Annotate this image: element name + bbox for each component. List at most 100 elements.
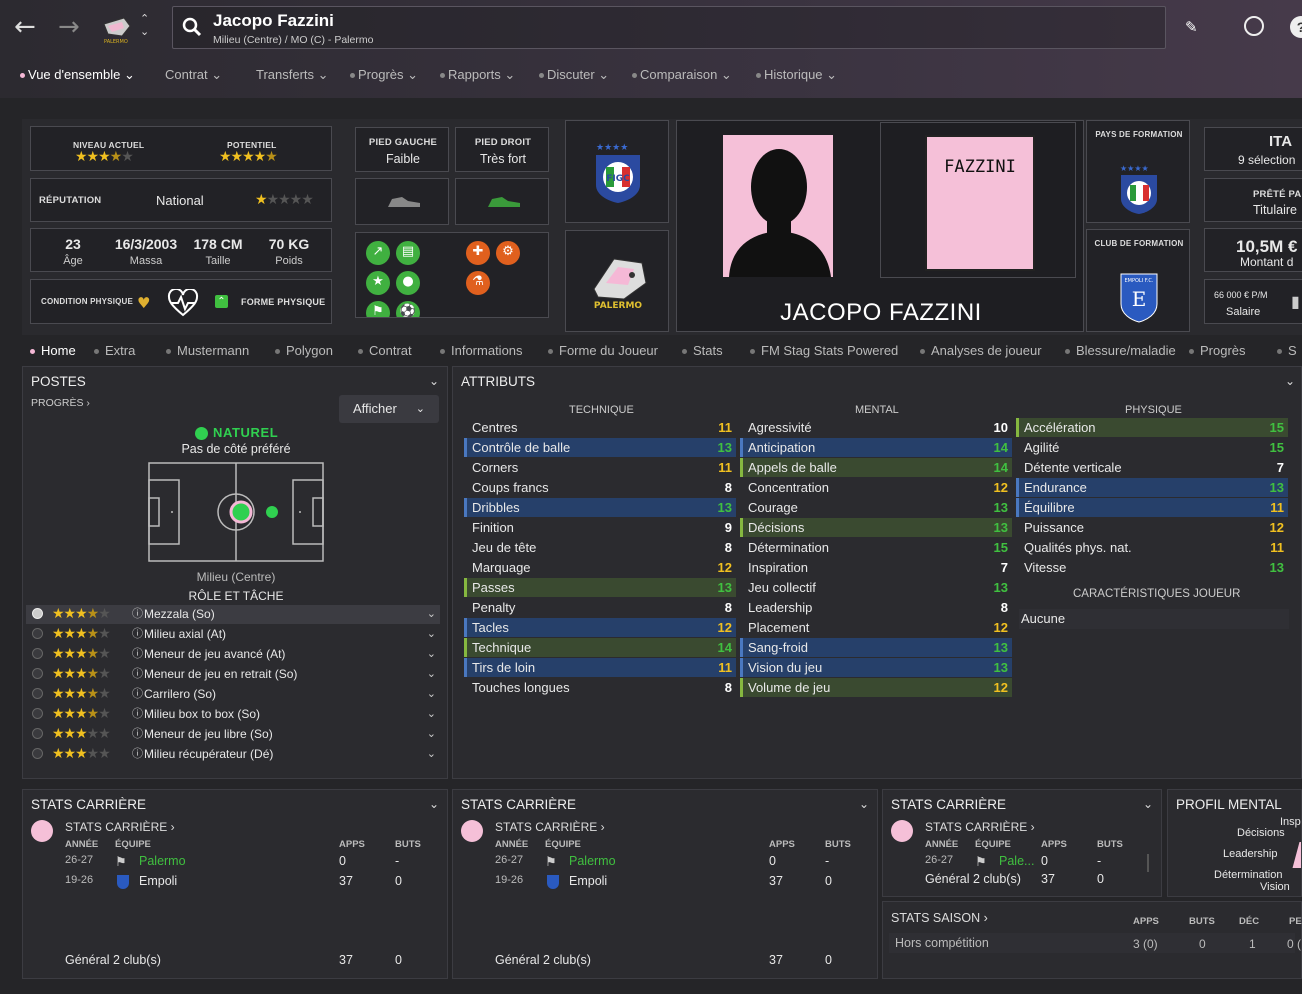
- role-row[interactable]: ★★★★★ ⓘ Milieu récupérateur (Dé) ⌄: [26, 745, 440, 764]
- attribute-row[interactable]: Finition 9: [464, 518, 736, 537]
- info-icon[interactable]: ⓘ: [132, 745, 143, 764]
- career-sub-link-3[interactable]: STATS CARRIÈRE ›: [925, 820, 1035, 834]
- attribute-row[interactable]: Concentration 12: [740, 478, 1012, 497]
- attribute-row[interactable]: Vision du jeu 13: [740, 658, 1012, 677]
- role-chevron-icon[interactable]: ⌄: [427, 705, 436, 724]
- role-row[interactable]: ★★★★★ ⓘ Mezzala (So) ⌄: [26, 605, 440, 624]
- attribute-row[interactable]: Centres 11: [464, 418, 736, 437]
- edit-pencil-icon[interactable]: ✎: [1185, 18, 1198, 36]
- attribute-row[interactable]: Corners 11: [464, 458, 736, 477]
- role-chevron-icon[interactable]: ⌄: [427, 685, 436, 704]
- info-icon[interactable]: ⓘ: [132, 665, 143, 684]
- attribute-row[interactable]: Accélération 15: [1016, 418, 1288, 437]
- info-icon[interactable]: ⓘ: [132, 685, 143, 704]
- career-collapse-chevron-icon-3[interactable]: ⌄: [1143, 797, 1153, 811]
- info-icon[interactable]: ⓘ: [132, 645, 143, 664]
- show-dropdown[interactable]: Afficher ⌄: [339, 395, 439, 423]
- role-radio[interactable]: [32, 668, 43, 679]
- menu-transfers[interactable]: Transferts ⌄: [256, 67, 329, 83]
- tab-mustermann[interactable]: Mustermann: [166, 343, 249, 358]
- role-radio[interactable]: [32, 748, 43, 759]
- role-radio[interactable]: [32, 608, 43, 619]
- attribute-row[interactable]: Vitesse 13: [1016, 558, 1288, 577]
- tab-player-form[interactable]: Forme du Joueur: [548, 343, 658, 358]
- role-radio[interactable]: [32, 648, 43, 659]
- info-icon[interactable]: ⓘ: [132, 705, 143, 724]
- menu-contract[interactable]: Contrat ⌄: [165, 67, 222, 83]
- tab-information[interactable]: Informations: [440, 343, 523, 358]
- role-row[interactable]: ★★★★★ ⓘ Meneur de jeu avancé (At) ⌄: [26, 645, 440, 664]
- attribute-row[interactable]: Endurance 13: [1016, 478, 1288, 497]
- role-chevron-icon[interactable]: ⌄: [427, 625, 436, 644]
- attribute-row[interactable]: Placement 12: [740, 618, 1012, 637]
- tab-more[interactable]: S: [1277, 343, 1297, 358]
- role-row[interactable]: ★★★★★ ⓘ Meneur de jeu en retrait (So) ⌄: [26, 665, 440, 684]
- career-collapse-chevron-icon-1[interactable]: ⌄: [429, 797, 439, 811]
- role-chevron-icon[interactable]: ⌄: [427, 745, 436, 764]
- attribute-row[interactable]: Appels de balle 14: [740, 458, 1012, 477]
- attribute-row[interactable]: Leadership 8: [740, 598, 1012, 617]
- career-sub-link-2[interactable]: STATS CARRIÈRE ›: [495, 820, 605, 834]
- tab-extra[interactable]: Extra: [94, 343, 135, 358]
- attributes-collapse-chevron-icon[interactable]: ⌄: [1285, 374, 1295, 388]
- role-radio[interactable]: [32, 728, 43, 739]
- menu-overview[interactable]: Vue d'ensemble ⌄: [20, 67, 135, 83]
- info-icon[interactable]: ⓘ: [132, 625, 143, 644]
- player-search-box[interactable]: Jacopo Fazzini Milieu (Centre) / MO (C) …: [172, 6, 1166, 49]
- attribute-row[interactable]: Sang-froid 13: [740, 638, 1012, 657]
- attribute-row[interactable]: Tirs de loin 11: [464, 658, 736, 677]
- role-chevron-icon[interactable]: ⌄: [427, 725, 436, 744]
- attribute-row[interactable]: Touches longues 8: [464, 678, 736, 697]
- role-radio[interactable]: [32, 688, 43, 699]
- career-collapse-chevron-icon-2[interactable]: ⌄: [859, 797, 869, 811]
- attribute-row[interactable]: Anticipation 14: [740, 438, 1012, 457]
- attribute-row[interactable]: Passes 13: [464, 578, 736, 597]
- tab-contract[interactable]: Contrat: [358, 343, 412, 358]
- attribute-row[interactable]: Contrôle de balle 13: [464, 438, 736, 457]
- switch-player-chevrons-icon[interactable]: ⌃ ⌄: [140, 12, 149, 38]
- menu-history[interactable]: Historique ⌄: [756, 67, 837, 83]
- tab-home[interactable]: Home: [30, 343, 76, 358]
- menu-reports[interactable]: Rapports ⌄: [440, 67, 515, 83]
- menu-progress[interactable]: Progrès ⌄: [350, 67, 418, 83]
- back-arrow-icon[interactable]: ←: [14, 12, 36, 42]
- attribute-row[interactable]: Équilibre 11: [1016, 498, 1288, 517]
- attribute-row[interactable]: Inspiration 7: [740, 558, 1012, 577]
- attribute-row[interactable]: Qualités phys. nat. 11: [1016, 538, 1288, 557]
- attribute-row[interactable]: Détente verticale 7: [1016, 458, 1288, 477]
- tab-stats[interactable]: Stats: [682, 343, 723, 358]
- attribute-row[interactable]: Jeu de tête 8: [464, 538, 736, 557]
- forward-arrow-icon[interactable]: →: [58, 12, 80, 42]
- attribute-row[interactable]: Courage 13: [740, 498, 1012, 517]
- globe-icon[interactable]: [1244, 16, 1264, 36]
- info-icon[interactable]: ⓘ: [132, 725, 143, 744]
- role-row[interactable]: ★★★★★ ⓘ Milieu box to box (So) ⌄: [26, 705, 440, 724]
- attribute-row[interactable]: Coups francs 8: [464, 478, 736, 497]
- role-chevron-icon[interactable]: ⌄: [427, 665, 436, 684]
- attribute-row[interactable]: Tacles 12: [464, 618, 736, 637]
- attribute-row[interactable]: Agilité 15: [1016, 438, 1288, 457]
- tab-polygon[interactable]: Polygon: [275, 343, 333, 358]
- role-radio[interactable]: [32, 708, 43, 719]
- help-icon[interactable]: ?: [1290, 16, 1302, 38]
- role-row[interactable]: ★★★★★ ⓘ Meneur de jeu libre (So) ⌄: [26, 725, 440, 744]
- menu-comparison[interactable]: Comparaison ⌄: [632, 67, 732, 83]
- role-row[interactable]: ★★★★★ ⓘ Milieu axial (At) ⌄: [26, 625, 440, 644]
- attribute-row[interactable]: Technique 14: [464, 638, 736, 657]
- career-sub-link-1[interactable]: STATS CARRIÈRE ›: [65, 820, 175, 834]
- tab-progress[interactable]: Progrès: [1189, 343, 1246, 358]
- attribute-row[interactable]: Puissance 12: [1016, 518, 1288, 537]
- attribute-row[interactable]: Jeu collectif 13: [740, 578, 1012, 597]
- progress-link[interactable]: PROGRÈS ›: [31, 397, 90, 409]
- attribute-row[interactable]: Penalty 8: [464, 598, 736, 617]
- tab-fm-stag-stats[interactable]: FM Stag Stats Powered: [750, 343, 898, 358]
- attribute-row[interactable]: Marquage 12: [464, 558, 736, 577]
- positions-collapse-chevron-icon[interactable]: ⌄: [429, 374, 439, 388]
- career-scrollbar[interactable]: [1147, 854, 1149, 872]
- attribute-row[interactable]: Agressivité 10: [740, 418, 1012, 437]
- attribute-row[interactable]: Dribbles 13: [464, 498, 736, 517]
- attribute-row[interactable]: Décisions 13: [740, 518, 1012, 537]
- attribute-row[interactable]: Volume de jeu 12: [740, 678, 1012, 697]
- info-icon[interactable]: ⓘ: [132, 605, 143, 624]
- role-radio[interactable]: [32, 628, 43, 639]
